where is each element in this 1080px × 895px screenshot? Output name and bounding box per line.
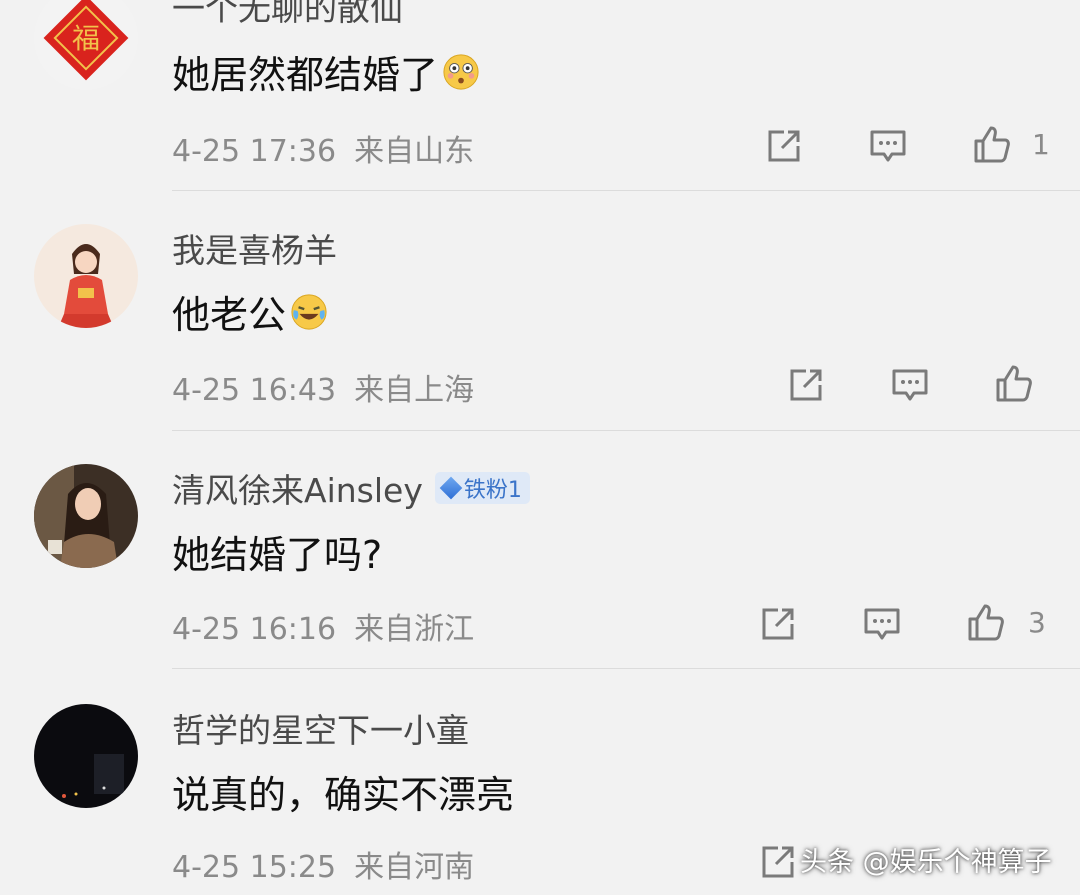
- divider: [172, 190, 1080, 191]
- comment-time: 4-25 16:43: [172, 373, 337, 408]
- like-icon[interactable]: [994, 363, 1034, 403]
- avatar[interactable]: [34, 704, 138, 808]
- avatar[interactable]: 福: [34, 0, 138, 90]
- reply-icon[interactable]: [868, 126, 908, 166]
- comment-time: 4-25 16:16: [172, 612, 337, 647]
- avatar[interactable]: [34, 464, 138, 568]
- divider: [172, 668, 1080, 669]
- comment-meta: 4-25 16:16 来自浙江: [172, 604, 474, 648]
- fan-badge: 铁粉1: [434, 472, 530, 504]
- comment-time: 4-25 15:25: [172, 850, 337, 885]
- like-count: 3: [1028, 606, 1046, 639]
- laughing-tears-emoji-icon: [290, 293, 328, 331]
- comment-location: 来自上海: [354, 373, 475, 408]
- share-icon[interactable]: [786, 365, 826, 405]
- avatar[interactable]: [34, 224, 138, 328]
- username[interactable]: 一个无聊的散仙: [172, 0, 403, 30]
- like-icon[interactable]: [972, 124, 1012, 164]
- diamond-icon: [439, 476, 463, 500]
- svg-text:福: 福: [72, 22, 100, 55]
- comment-meta: 4-25 16:43 来自上海: [172, 365, 474, 409]
- comment-text: 她居然都结婚了: [172, 44, 480, 99]
- comment-location: 来自河南: [354, 850, 475, 885]
- like-count: 1: [1032, 128, 1050, 161]
- reply-icon[interactable]: [862, 604, 902, 644]
- comment-text: 说真的，确实不漂亮: [172, 773, 515, 817]
- username-text[interactable]: 清风徐来Ainsley: [172, 464, 423, 512]
- comment-text: 她结婚了吗?: [172, 533, 383, 577]
- comment-location: 来自浙江: [354, 612, 475, 647]
- badge-label: 铁粉1: [463, 478, 522, 503]
- watermark: 头条 @娱乐个神算子: [800, 847, 1052, 878]
- reply-icon[interactable]: [890, 365, 930, 405]
- flushed-emoji-icon: [442, 53, 480, 91]
- comment-text: 他老公: [172, 284, 328, 339]
- username[interactable]: 清风徐来Ainsley 铁粉1: [172, 464, 530, 512]
- like-icon[interactable]: [966, 602, 1006, 642]
- comment-meta: 4-25 15:25 来自河南: [172, 842, 474, 886]
- share-icon[interactable]: [764, 126, 804, 166]
- divider: [172, 430, 1080, 431]
- share-icon[interactable]: [758, 842, 798, 882]
- username[interactable]: 我是喜杨羊: [172, 224, 337, 272]
- comment-location: 来自山东: [354, 134, 475, 169]
- comment-meta: 4-25 17:36 来自山东: [172, 126, 474, 170]
- share-icon[interactable]: [758, 604, 798, 644]
- username[interactable]: 哲学的星空下一小童: [172, 704, 469, 752]
- comment-time: 4-25 17:36: [172, 134, 337, 169]
